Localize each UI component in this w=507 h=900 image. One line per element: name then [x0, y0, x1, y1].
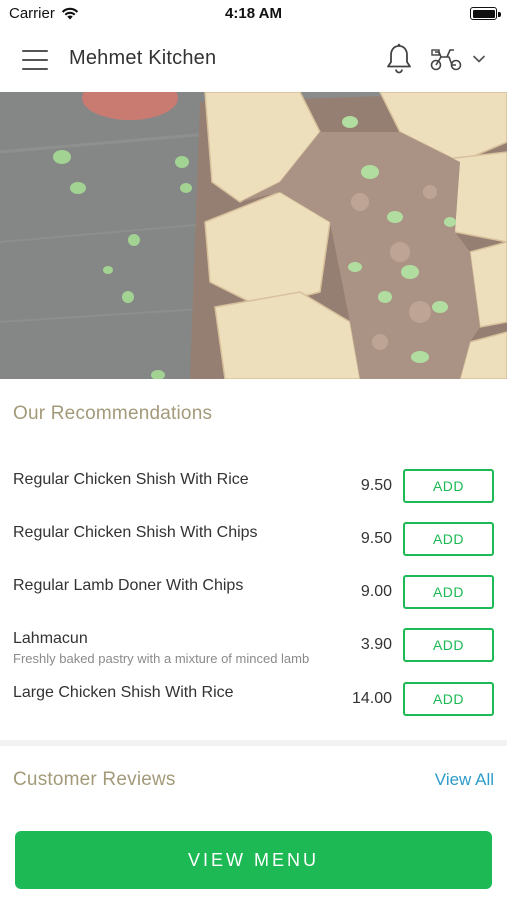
view-all-link[interactable]: View All	[435, 770, 494, 790]
item-price: 9.00	[360, 583, 392, 600]
item-name: Regular Chicken Shish With Rice	[13, 471, 249, 488]
list-item: Lahmacun Freshly baked pastry with a mix…	[0, 625, 507, 678]
view-menu-button[interactable]: VIEW MENU	[15, 831, 492, 889]
item-name: Large Chicken Shish With Rice	[13, 684, 234, 701]
add-button[interactable]: ADD	[403, 682, 494, 716]
add-button[interactable]: ADD	[403, 522, 494, 556]
item-price: 9.50	[360, 477, 392, 494]
item-price: 14.00	[351, 690, 392, 707]
add-button[interactable]: ADD	[403, 575, 494, 609]
bell-icon[interactable]	[385, 43, 413, 75]
restaurant-title: Mehmet Kitchen	[69, 47, 217, 69]
status-time: 4:18 AM	[225, 5, 282, 22]
add-button[interactable]: ADD	[403, 628, 494, 662]
hero-food-image	[0, 92, 507, 379]
item-name: Regular Lamb Doner With Chips	[13, 577, 244, 594]
list-item: Regular Chicken Shish With Rice 9.50 ADD	[0, 466, 507, 519]
item-name: Regular Chicken Shish With Chips	[13, 524, 258, 541]
item-price: 9.50	[360, 530, 392, 547]
list-item: Regular Chicken Shish With Chips 9.50 AD…	[0, 519, 507, 572]
chevron-down-icon[interactable]	[472, 53, 486, 65]
item-price: 3.90	[360, 636, 392, 653]
list-item: Regular Lamb Doner With Chips 9.00 ADD	[0, 572, 507, 625]
status-bar: Carrier 4:18 AM	[0, 0, 507, 28]
item-name: Lahmacun	[13, 630, 88, 647]
section-divider	[0, 740, 507, 746]
list-item: Large Chicken Shish With Rice 14.00 ADD	[0, 679, 507, 732]
item-description: Freshly baked pastry with a mixture of m…	[13, 651, 310, 666]
app-header: Mehmet Kitchen	[0, 28, 507, 92]
menu-icon[interactable]	[22, 50, 48, 70]
recommendations-title: Our Recommendations	[13, 403, 213, 424]
battery-icon	[470, 7, 501, 20]
delivery-rider-icon[interactable]	[430, 46, 462, 72]
reviews-title: Customer Reviews	[13, 769, 176, 790]
add-button[interactable]: ADD	[403, 469, 494, 503]
